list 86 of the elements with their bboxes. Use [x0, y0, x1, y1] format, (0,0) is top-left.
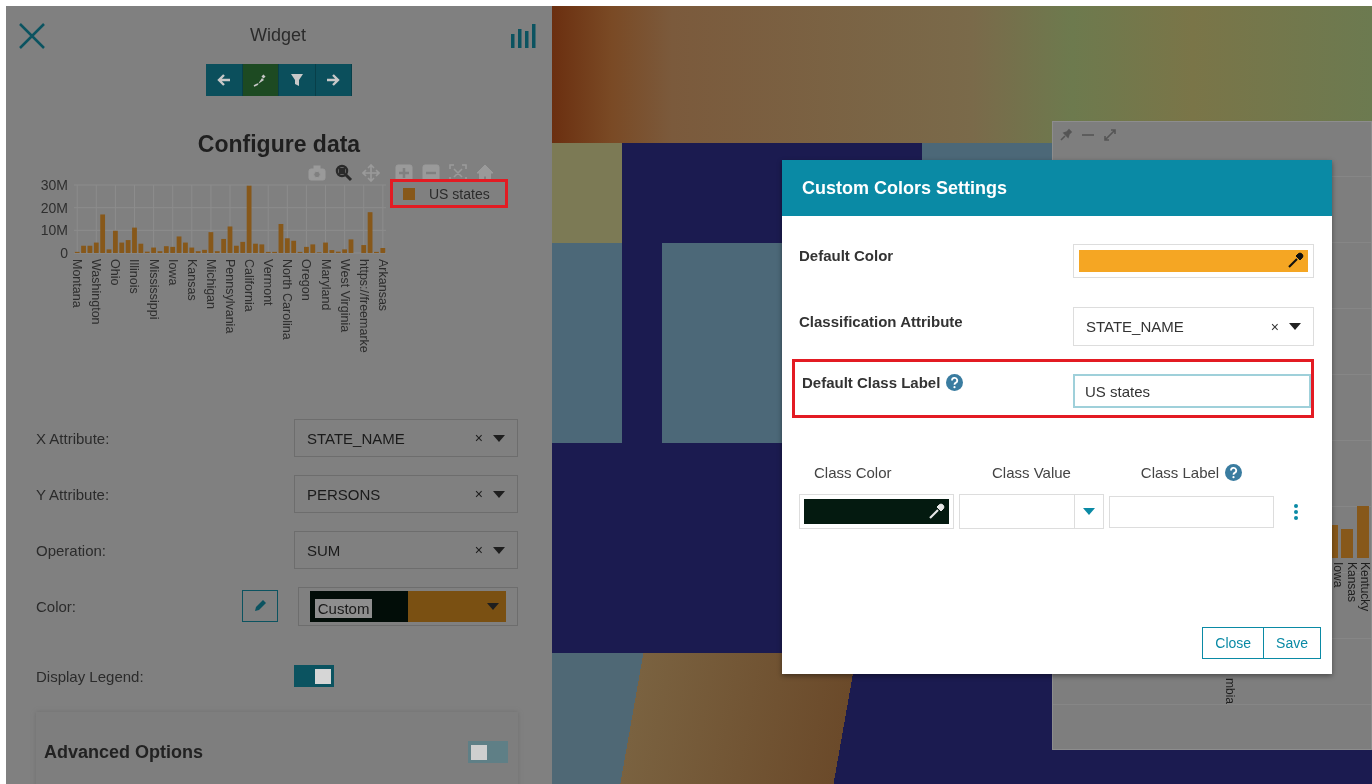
funnel-icon [288, 72, 305, 88]
close-icon[interactable] [18, 22, 46, 50]
camera-icon[interactable] [308, 164, 326, 182]
filter-button[interactable] [279, 64, 316, 96]
caret-icon [493, 546, 505, 554]
expand-icon[interactable] [1103, 128, 1117, 142]
widget-title: Widget [249, 24, 307, 46]
axis-label: Ohio [108, 259, 123, 286]
move-icon[interactable] [362, 164, 380, 182]
save-button[interactable]: Save [1264, 627, 1321, 659]
axis-label: Kansas [184, 259, 199, 301]
eyedropper-icon [1286, 252, 1304, 270]
select-field[interactable]: PERSONS × [294, 475, 518, 513]
axis-label: https://freemarke [356, 259, 371, 353]
field-label: Default Color [799, 247, 894, 264]
zoom-icon[interactable] [335, 164, 353, 182]
axis-label: Washington [89, 259, 104, 325]
chart-bar [1357, 506, 1369, 558]
arrow-right-icon [325, 72, 342, 88]
field-label: Operation: [36, 541, 108, 559]
axis-tick-label: 0 [60, 245, 68, 261]
axis-label: Oregon [299, 259, 314, 301]
axis-label: Vermont [261, 259, 276, 306]
axis-label: Arkansas [375, 259, 390, 312]
axis-label: California [242, 259, 257, 312]
toggle-switch[interactable] [294, 665, 334, 687]
pin-icon[interactable] [1059, 128, 1073, 142]
input-field[interactable]: US states [1073, 374, 1311, 408]
axis-label: Iowa [1331, 562, 1345, 588]
close-button[interactable]: Close [1202, 627, 1265, 659]
more-options-icon[interactable] [1293, 502, 1299, 521]
legend-label: US states [429, 185, 490, 202]
eyedropper-icon [927, 502, 945, 521]
input-field[interactable] [1109, 495, 1274, 528]
caret-icon [1289, 323, 1301, 330]
section-heading: Configure data [196, 130, 362, 158]
axis-label: mbia [1223, 678, 1237, 704]
autoscale-icon[interactable] [449, 164, 467, 182]
select-field[interactable]: STATE_NAME × [294, 419, 518, 457]
axis-label: West Virginia [337, 259, 352, 333]
select-field[interactable] [959, 494, 1104, 529]
forward-button[interactable] [315, 64, 352, 96]
select-field[interactable]: SUM × [294, 531, 518, 569]
chart-bar [1341, 529, 1353, 558]
help-icon [946, 374, 964, 391]
plug-icon [252, 72, 269, 88]
color-picker-field[interactable] [1073, 244, 1314, 278]
caret-icon [493, 434, 505, 442]
axis-tick-label: 10M [40, 222, 68, 239]
card-title: Advanced Options [44, 741, 204, 763]
field-label: Y Attribute: [36, 485, 111, 503]
caret-icon [487, 602, 499, 610]
select-field[interactable]: STATE_NAME × [1073, 307, 1314, 346]
caret-icon [1083, 508, 1095, 515]
axis-label: Kentucky [1358, 562, 1372, 612]
back-button[interactable] [206, 64, 243, 96]
caret-icon [493, 490, 505, 498]
field-label: X Attribute: [36, 429, 111, 447]
field-label: Default Class Label [802, 374, 941, 391]
axis-label: Pennsylvania [223, 259, 237, 334]
help-icon [1225, 463, 1243, 481]
axis-label: Iowa [165, 259, 180, 286]
axis-label: North Carolina [280, 259, 295, 340]
column-header: Class Color [814, 463, 892, 481]
color-select[interactable]: Custom [297, 586, 518, 626]
column-header: Class Value [992, 463, 1071, 481]
plug-button[interactable] [242, 64, 279, 96]
arrow-left-icon [215, 72, 232, 88]
axis-label: Maryland [318, 259, 333, 311]
axis-label: Illinois [127, 259, 142, 294]
axis-label: Michigan [203, 259, 218, 310]
field-label: Color: [36, 597, 77, 615]
axis-tick-label: 20M [40, 199, 68, 216]
toggle-switch[interactable] [468, 741, 508, 763]
axis-label: Mississippi [146, 259, 161, 320]
axis-label: Montana [70, 259, 85, 308]
field-label: Classification Attribute [799, 313, 963, 330]
axis-tick-label: 30M [40, 177, 68, 193]
pencil-icon [252, 599, 267, 613]
bar-chart-icon[interactable] [510, 22, 538, 48]
field-label: Display Legend: [36, 667, 145, 685]
home-icon[interactable] [476, 164, 494, 182]
edit-button[interactable] [242, 590, 278, 622]
dialog-title: Custom Colors Settings [802, 177, 1007, 199]
axis-label: Kansas [1345, 562, 1359, 603]
column-header: Class Label [1140, 463, 1220, 481]
